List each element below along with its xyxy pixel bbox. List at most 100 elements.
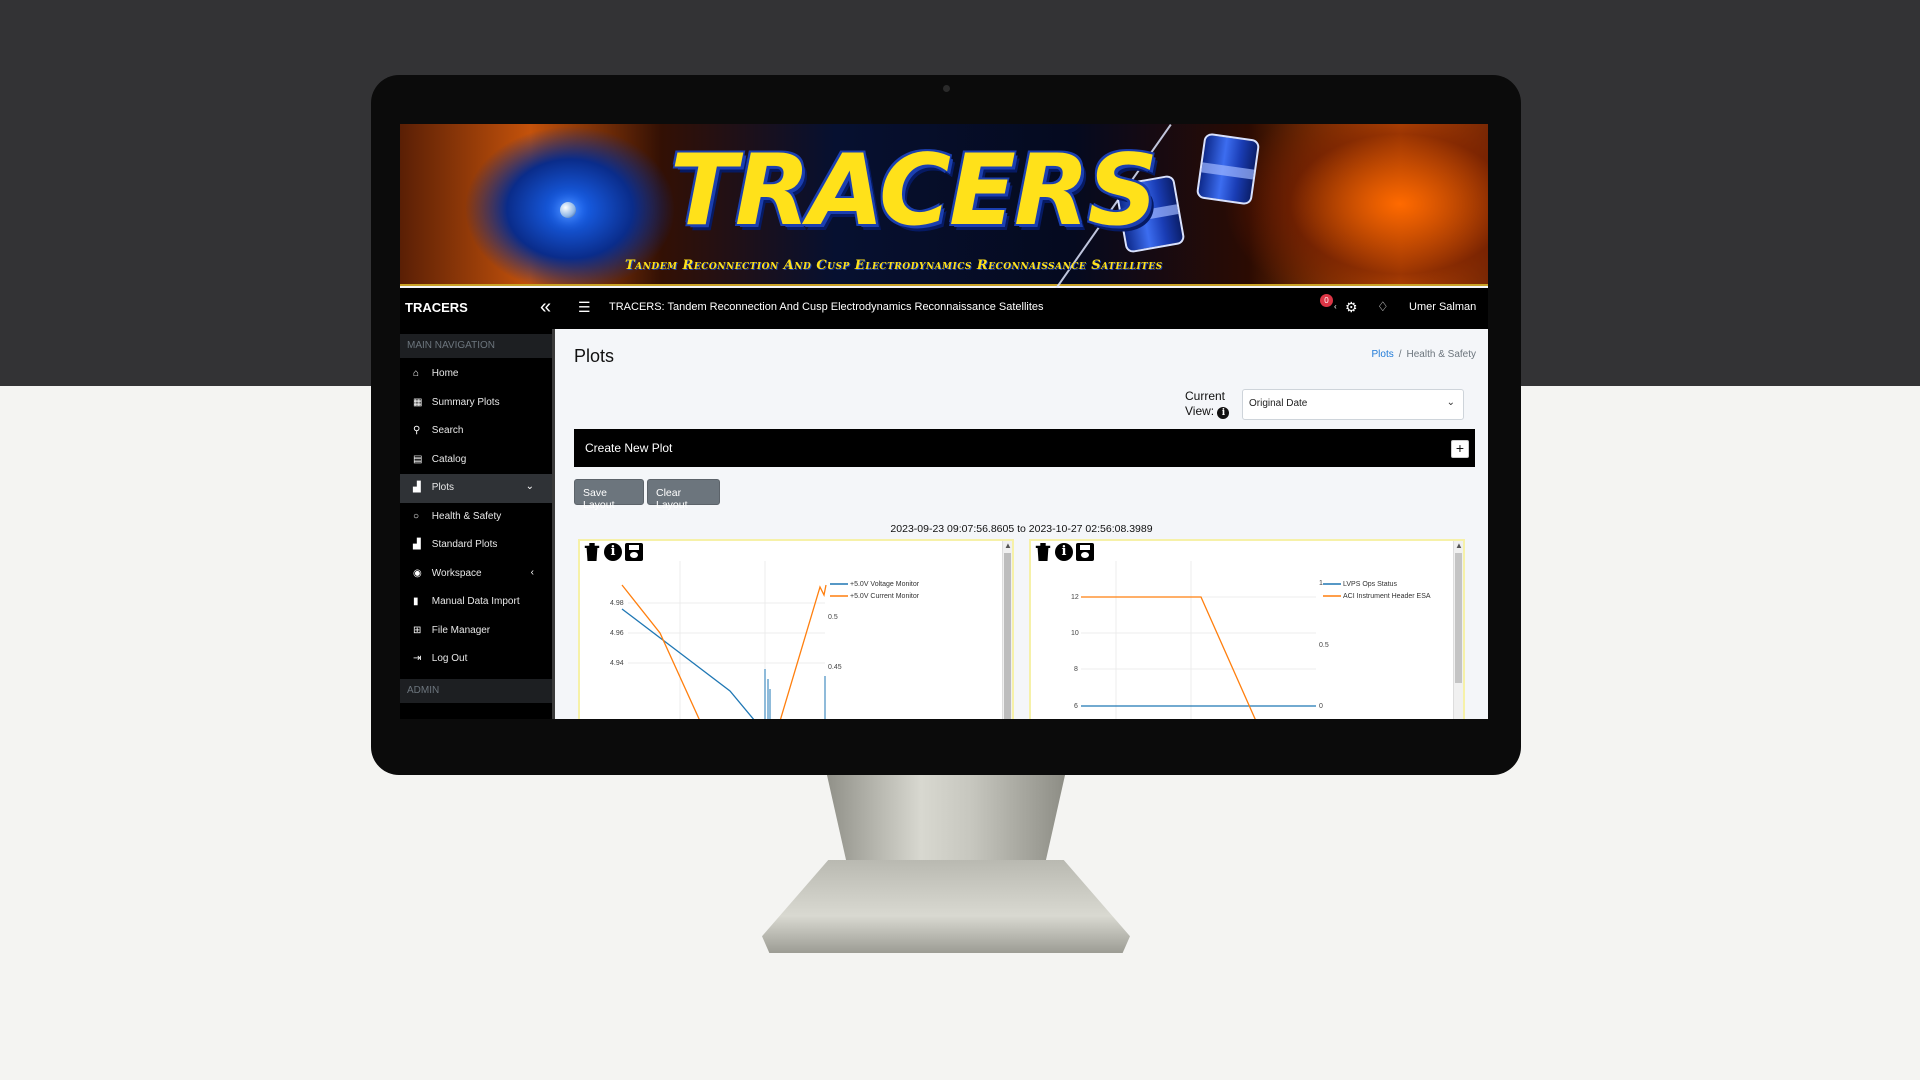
- right-axis-tick: 1: [1319, 580, 1323, 587]
- webcam-dot: [943, 85, 950, 92]
- sidebar-item-label: Manual Data Import: [431, 596, 520, 607]
- sidebar-item-log-out[interactable]: ⇥ Log Out: [400, 645, 552, 674]
- file-icon: ▮: [413, 596, 419, 607]
- plot-scrollbar[interactable]: ▲: [1002, 541, 1012, 719]
- legend-label-current: +5.0V Current Monitor: [850, 593, 920, 600]
- create-new-plot-title: Create New Plot: [585, 441, 673, 455]
- sidebar-item-summary-plots[interactable]: ▦ Summary Plots: [400, 389, 552, 418]
- sidebar-item-standard-plots[interactable]: ▟ Standard Plots: [400, 531, 552, 560]
- trash-icon[interactable]: [584, 543, 600, 561]
- sidebar-item-label: Log Out: [431, 653, 468, 664]
- save-layout-button[interactable]: Save Layout: [574, 479, 644, 511]
- current-view-label: Current View: i: [1185, 389, 1237, 419]
- series-line-aci: [1081, 596, 1256, 719]
- series-spikes: [764, 669, 826, 719]
- plot-card: 4.98 4.96 4.94 0.5 0.45 +5.0V Voltage Mo…: [578, 539, 1014, 719]
- sidebar: MAIN NAVIGATION ⌂ Home ▦ Summary Plots ⚲…: [400, 329, 555, 719]
- left-axis-tick: 4.96: [610, 630, 624, 637]
- scroll-up-arrow-icon[interactable]: ▲: [1455, 541, 1463, 550]
- settings-gear-icon[interactable]: ⚙: [1345, 299, 1358, 316]
- gridlines: [1081, 561, 1316, 719]
- plot-card: 12 10 8 6 1 0.5 0 LVPS Ops Status ACI In…: [1029, 539, 1465, 719]
- banner-logo-title: TRACERS: [670, 134, 1158, 248]
- sidebar-item-search[interactable]: ⚲ Search: [400, 417, 552, 446]
- left-axis-tick: 8: [1074, 666, 1078, 673]
- left-axis-tick: 10: [1071, 630, 1079, 637]
- sidebar-item-home[interactable]: ⌂ Home: [400, 360, 552, 389]
- left-axis-tick: 12: [1071, 594, 1079, 601]
- earth-planet-graphic: [560, 202, 576, 218]
- brand-name[interactable]: TRACERS: [405, 300, 468, 315]
- sidebar-collapse-icon[interactable]: «: [540, 295, 551, 319]
- sidebar-item-catalog[interactable]: ▤ Catalog: [400, 446, 552, 475]
- sidebar-item-file-manager[interactable]: ⊞ File Manager: [400, 617, 552, 646]
- trash-icon[interactable]: [1035, 543, 1051, 561]
- info-icon[interactable]: i: [604, 543, 622, 561]
- legend-label-aci: ACI Instrument Header ESA: [1343, 593, 1431, 600]
- expand-plus-button[interactable]: +: [1451, 440, 1469, 458]
- breadcrumb-link-plots[interactable]: Plots: [1372, 349, 1394, 360]
- sidebar-item-label: Workspace: [431, 567, 482, 579]
- right-axis-tick: 0: [1319, 703, 1323, 710]
- right-axis-tick: 0.45: [828, 664, 842, 671]
- info-icon[interactable]: i: [1217, 407, 1230, 419]
- sidebar-item-label: Home: [431, 368, 459, 379]
- chevron-left-icon: ‹: [530, 566, 534, 578]
- sidebar-item-label: Summary Plots: [431, 396, 500, 408]
- save-disk-icon[interactable]: [1076, 543, 1094, 561]
- monitor-stand-base: [762, 860, 1130, 953]
- sidebar-item-workspace[interactable]: ◉ Workspace ‹: [400, 560, 552, 589]
- legend: LVPS Ops Status ACI Instrument Header ES…: [1323, 581, 1431, 600]
- sidebar-item-label: Standard Plots: [431, 539, 498, 550]
- satellite-graphic: [1195, 132, 1261, 206]
- sidebar-item-manual-data-import[interactable]: ▮ Manual Data Import: [400, 588, 552, 617]
- chevron-down-icon: ⌄: [525, 481, 534, 492]
- right-axis-tick: 0.5: [828, 614, 838, 621]
- sign-out-icon: ⇥: [413, 653, 422, 664]
- sidebar-item-label: Search: [431, 425, 464, 436]
- sidebar-section-header: MAIN NAVIGATION: [400, 334, 552, 358]
- series-line-current: [779, 584, 827, 719]
- circle-icon: ○: [413, 510, 420, 522]
- breadcrumb-separator: /: [1398, 349, 1402, 360]
- notifications-button[interactable]: 0 ‹: [1320, 294, 1342, 318]
- menu-icon[interactable]: ☰: [578, 299, 591, 316]
- user-name[interactable]: Umer Salman: [1409, 301, 1476, 313]
- breadcrumb: Plots / Health & Safety: [1372, 349, 1477, 360]
- dashboard-icon: ◉: [413, 567, 422, 579]
- create-new-plot-panel[interactable]: Create New Plot +: [574, 429, 1475, 467]
- plot-scrollbar[interactable]: ▲: [1453, 541, 1463, 719]
- banner-logo-subtitle: Tandem Reconnection And Cusp Electrodyna…: [625, 258, 1163, 273]
- current-view-value: Original Date: [1249, 398, 1308, 409]
- tracers-banner: TRACERS Tandem Reconnection And Cusp Ele…: [400, 124, 1488, 289]
- breadcrumb-current: Health & Safety: [1406, 349, 1476, 360]
- clear-layout-button[interactable]: Clear Layout: [647, 479, 720, 511]
- plot-chart-svg: 4.98 4.96 4.94 0.5 0.45 +5.0V Voltage Mo…: [610, 561, 920, 719]
- sidebar-item-plots[interactable]: ▟ Plots ⌄: [400, 474, 552, 503]
- page-title: Plots: [574, 346, 615, 366]
- caret-left-icon: ‹: [1334, 302, 1337, 311]
- sitemap-icon: ⊞: [413, 624, 422, 636]
- search-icon: ⚲: [413, 425, 421, 436]
- date-range-text: 2023-09-23 09:07:56.8605 to 2023-10-27 0…: [890, 523, 1153, 535]
- gridlines: [628, 561, 825, 719]
- sidebar-item-health-safety[interactable]: ○ Health & Safety: [400, 503, 552, 532]
- info-icon[interactable]: i: [1055, 543, 1073, 561]
- legend-label-voltage: +5.0V Voltage Monitor: [850, 581, 920, 588]
- chart-area-icon: ▟: [413, 482, 421, 493]
- sidebar-item-label: Health & Safety: [431, 510, 502, 522]
- current-view-select[interactable]: Original Date ⌄: [1242, 389, 1464, 420]
- scroll-thumb[interactable]: [1455, 553, 1462, 683]
- plot-toolbar: i: [1034, 543, 1097, 565]
- chart-area-icon: ▟: [413, 539, 421, 550]
- sidebar-item-label: Catalog: [431, 453, 467, 465]
- scroll-thumb[interactable]: [1004, 553, 1011, 719]
- navbar-title: TRACERS: Tandem Reconnection And Cusp El…: [609, 301, 1044, 313]
- table-icon: ▤: [413, 453, 423, 465]
- save-disk-icon[interactable]: [625, 543, 643, 561]
- bell-icon[interactable]: ♢: [1377, 299, 1389, 315]
- scroll-up-arrow-icon[interactable]: ▲: [1004, 541, 1012, 550]
- legend: +5.0V Voltage Monitor +5.0V Current Moni…: [830, 581, 920, 600]
- sidebar-section-header: ADMIN: [400, 678, 552, 703]
- plot-toolbar: i: [583, 543, 646, 565]
